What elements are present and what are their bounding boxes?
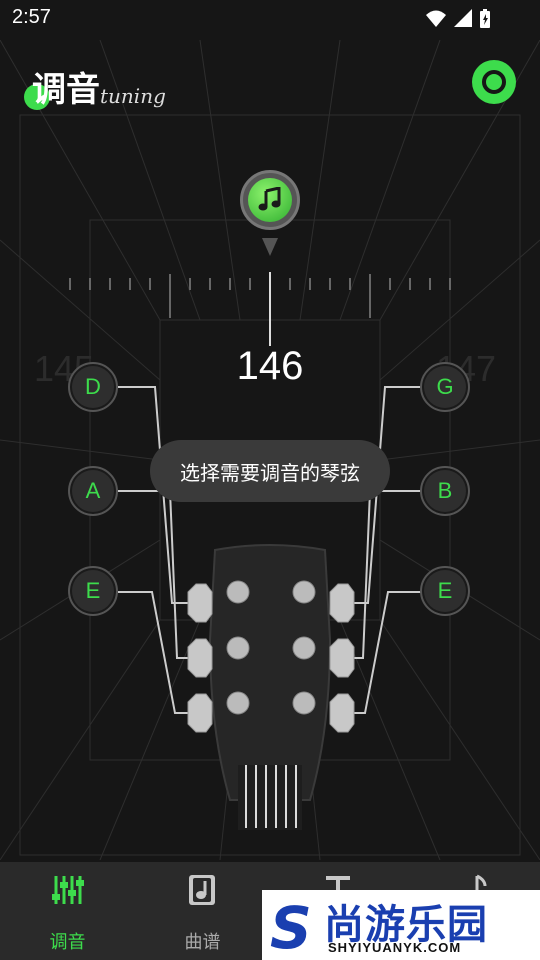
string-button-high-e[interactable]: E: [420, 566, 470, 616]
string-button-b[interactable]: B: [420, 466, 470, 516]
nav-item-sheet-music[interactable]: 曲谱: [135, 862, 270, 960]
status-icons: [424, 7, 504, 35]
wifi-icon: [426, 10, 446, 27]
string-button-g[interactable]: G: [420, 362, 470, 412]
tuner-scale: [69, 272, 451, 346]
status-time: 2:57: [12, 6, 51, 28]
settings-button[interactable]: [472, 60, 516, 104]
settings-icon: [482, 70, 506, 94]
string-button-a[interactable]: A: [68, 466, 118, 516]
app-header: 调音 tuning: [0, 54, 540, 114]
play-note-button[interactable]: [240, 170, 300, 230]
page-title: 调音: [32, 70, 100, 110]
watermark-url: SHYIYUANYK.COM: [328, 940, 462, 955]
string-button-low-e[interactable]: E: [68, 566, 118, 616]
music-note-icon: [248, 178, 292, 222]
watermark-logo: S 尚游乐园 SHYIYUANYK.COM: [262, 890, 540, 960]
string-button-d[interactable]: D: [68, 362, 118, 412]
tuner-screen: 2:57 调音 tuning 145 147 146 D A E G B E 选…: [0, 0, 540, 960]
tuner-pointer: [262, 238, 278, 256]
status-bar: 2:57: [0, 0, 540, 36]
nav-item-tuning[interactable]: 调音: [0, 862, 135, 960]
watermark-s-logo: S: [270, 894, 312, 960]
nav-label-tuning: 调音: [49, 932, 86, 953]
sheet-music-icon: [189, 875, 215, 905]
hint-bubble: 选择需要调音的琴弦: [150, 440, 390, 502]
nav-label-sheet-music: 曲谱: [184, 932, 221, 953]
page-subtitle: tuning: [100, 84, 166, 108]
signal-icon: [454, 9, 472, 27]
equalizer-icon: [52, 876, 84, 904]
battery-icon: [480, 9, 490, 28]
